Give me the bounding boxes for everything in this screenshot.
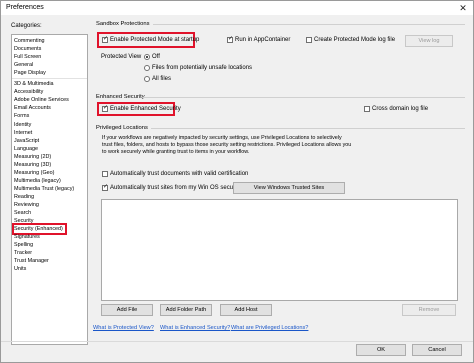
- enhanced-divider: [143, 97, 465, 98]
- pv-all-radio[interactable]: [144, 76, 150, 82]
- cross-domain-checkbox[interactable]: [364, 106, 370, 112]
- add-folder-path-button[interactable]: Add Folder Path: [160, 304, 212, 316]
- enhanced-heading: Enhanced Security: [96, 94, 145, 100]
- pv-unsafe-label: Files from potentially unsafe locations: [152, 65, 253, 71]
- privileged-description: If your workflows are negatively impacte…: [102, 135, 352, 155]
- cross-domain-label: Cross domain log file: [372, 106, 429, 112]
- category-item[interactable]: Forms: [14, 112, 29, 120]
- privileged-heading: Privileged Locations: [96, 125, 148, 131]
- categories-list[interactable]: Commenting Documents Full Screen General Pag…: [11, 34, 88, 345]
- category-item[interactable]: Identity: [14, 121, 31, 129]
- cancel-button[interactable]: Cancel: [412, 344, 462, 356]
- category-item[interactable]: Multimedia Trust (legacy): [14, 185, 74, 193]
- sandbox-divider: [153, 24, 465, 25]
- footer-divider: [1, 341, 473, 342]
- preferences-window: Preferences ✕ Categories: Commenting Docu…: [0, 0, 474, 363]
- trust-certified-label: Automatically trust documents with valid…: [110, 171, 249, 177]
- pv-off-label: Off: [152, 54, 160, 60]
- protected-mode-label: Enable Protected Mode at startup: [110, 37, 200, 43]
- remove-button[interactable]: Remove: [402, 304, 456, 316]
- category-item[interactable]: Multimedia (legacy): [14, 177, 61, 185]
- category-item[interactable]: Trust Manager: [14, 257, 49, 265]
- trust-win-zones-checkbox[interactable]: [102, 184, 108, 191]
- category-item[interactable]: Language: [14, 145, 38, 153]
- privileged-locations-link[interactable]: What are Privileged Locations?: [231, 325, 308, 331]
- category-item[interactable]: Page Display: [14, 69, 46, 77]
- sandbox-heading: Sandbox Protections: [96, 21, 150, 27]
- privileged-divider: [151, 128, 465, 129]
- categories-label: Categories:: [11, 23, 42, 29]
- category-item[interactable]: Security (Enhanced): [14, 225, 63, 234]
- protected-mode-checkbox[interactable]: [102, 36, 108, 43]
- category-item[interactable]: Search: [14, 209, 31, 217]
- trust-certified-checkbox[interactable]: [102, 171, 108, 177]
- category-item[interactable]: Measuring (Geo): [14, 169, 54, 177]
- category-item[interactable]: Documents: [14, 45, 41, 53]
- category-item[interactable]: Accessibility: [14, 88, 43, 96]
- category-item[interactable]: JavaScript: [14, 137, 39, 145]
- log-file-label: Create Protected Mode log file: [314, 37, 396, 43]
- view-trusted-sites-button[interactable]: View Windows Trusted Sites: [233, 182, 345, 194]
- appcontainer-label: Run in AppContainer: [235, 37, 291, 43]
- category-item[interactable]: Signatures: [14, 233, 40, 241]
- pv-all-label: All files: [152, 76, 172, 82]
- category-item[interactable]: Units: [14, 265, 26, 273]
- enhanced-security-link[interactable]: What is Enhanced Security?: [160, 325, 230, 331]
- ok-button[interactable]: OK: [356, 344, 406, 356]
- category-item[interactable]: General: [14, 61, 33, 69]
- enhanced-security-label: Enable Enhanced Security: [110, 106, 181, 112]
- appcontainer-checkbox[interactable]: [227, 36, 233, 43]
- category-item[interactable]: Measuring (2D): [14, 153, 51, 161]
- category-item[interactable]: Adobe Online Services: [14, 96, 69, 104]
- category-item[interactable]: Tracker: [14, 249, 32, 257]
- protected-view-link[interactable]: What is Protected View?: [93, 325, 154, 331]
- category-item[interactable]: Reviewing: [14, 201, 39, 209]
- protected-view-label: Protected View: [101, 54, 142, 60]
- enhanced-security-checkbox[interactable]: [102, 105, 108, 112]
- category-item[interactable]: Reading: [14, 193, 34, 201]
- category-item[interactable]: Spelling: [14, 241, 33, 249]
- category-item[interactable]: Measuring (3D): [14, 161, 51, 169]
- category-group-divider: [12, 78, 87, 79]
- category-item[interactable]: Email Accounts: [14, 104, 51, 112]
- category-item[interactable]: Full Screen: [14, 53, 41, 61]
- close-icon[interactable]: ✕: [457, 2, 469, 14]
- log-file-checkbox[interactable]: [306, 37, 312, 43]
- pv-unsafe-radio[interactable]: [144, 65, 150, 71]
- title-bar: Preferences ✕: [1, 1, 473, 15]
- window-title: Preferences: [6, 4, 44, 11]
- pv-off-radio[interactable]: [144, 54, 150, 60]
- privileged-locations-list[interactable]: [101, 199, 458, 301]
- view-log-button[interactable]: View log: [405, 35, 453, 47]
- category-item[interactable]: 3D & Multimedia: [14, 80, 54, 88]
- add-file-button[interactable]: Add File: [101, 304, 153, 316]
- add-host-button[interactable]: Add Host: [220, 304, 272, 316]
- category-item[interactable]: Internet: [14, 129, 32, 137]
- category-item[interactable]: Commenting: [14, 37, 45, 45]
